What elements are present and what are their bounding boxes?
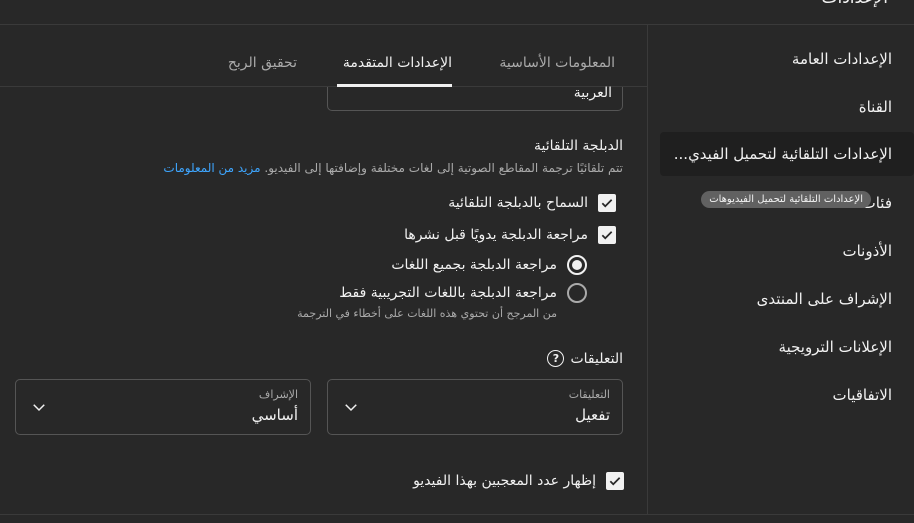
bottom-divider: [0, 514, 914, 515]
dubbing-description-text: تتم تلقائيًا ترجمة المقاطع الصوتية إلى ل…: [264, 161, 623, 175]
sidebar-item-community-moderation[interactable]: الإشراف على المنتدى: [660, 277, 914, 321]
review-dubbing-checkbox[interactable]: [598, 226, 616, 244]
settings-sidebar: الإعدادات العامة القناة الإعدادات التلقا…: [647, 25, 914, 515]
sidebar-tooltip: الإعدادات التلقائية لتحميل الفيديوهات: [701, 191, 871, 208]
dialog-title: الإعدادات: [821, 0, 888, 8]
sidebar-item-upload-defaults[interactable]: الإعدادات التلقائية لتحميل الفيدي...: [660, 132, 914, 176]
moderation-select-label: الإشراف: [258, 388, 298, 401]
comments-select[interactable]: التعليقات تفعيل: [327, 379, 623, 435]
comments-title: التعليقات: [570, 350, 623, 367]
sidebar-item-permissions[interactable]: الأذونات: [660, 229, 914, 273]
chevron-down-icon: [345, 404, 357, 412]
sidebar-item-general[interactable]: الإعدادات العامة: [660, 37, 914, 81]
learn-more-link[interactable]: مزيد من المعلومات: [163, 161, 260, 175]
show-likes-checkbox[interactable]: [606, 472, 624, 490]
moderation-select-value: أساسي: [251, 406, 298, 424]
moderation-select[interactable]: الإشراف أساسي: [15, 379, 311, 435]
allow-dubbing-checkbox[interactable]: [598, 194, 616, 212]
top-bar: الإعدادات: [0, 0, 914, 25]
tab-basic-info[interactable]: المعلومات الأساسية: [499, 55, 615, 71]
radio-experimental-label: مراجعة الدبلجة باللغات التجريبية فقط: [339, 285, 557, 301]
show-likes-label: إظهار عدد المعجبين بهذا الفيديو: [413, 473, 596, 489]
checkmark-icon: [609, 477, 621, 486]
dubbing-description: تتم تلقائيًا ترجمة المقاطع الصوتية إلى ل…: [163, 161, 623, 175]
radio-experimental-languages[interactable]: [567, 283, 587, 303]
comments-select-value: تفعيل: [575, 406, 610, 424]
sidebar-item-promotions[interactable]: الإعلانات الترويجية: [660, 325, 914, 369]
tab-monetization[interactable]: تحقيق الربح: [228, 55, 297, 71]
dubbing-title: الدبلجة التلقائية: [533, 138, 623, 154]
tab-advanced-settings[interactable]: الإعدادات المتقدمة: [343, 55, 452, 71]
help-icon[interactable]: ?: [547, 350, 565, 367]
show-likes-row[interactable]: إظهار عدد المعجبين بهذا الفيديو: [413, 472, 624, 490]
tabs-bar: المعلومات الأساسية الإعدادات المتقدمة تح…: [0, 25, 647, 87]
allow-dubbing-label: السماح بالدبلجة التلقائية: [448, 195, 588, 211]
checkmark-icon: [601, 199, 613, 208]
radio-experimental-row[interactable]: مراجعة الدبلجة باللغات التجريبية فقط: [339, 283, 587, 303]
sidebar-item-agreements[interactable]: الاتفاقيات: [660, 373, 914, 417]
sidebar-item-channel[interactable]: القناة: [660, 85, 914, 129]
radio-all-languages[interactable]: [567, 255, 587, 275]
comments-select-label: التعليقات: [568, 388, 610, 401]
comments-heading: التعليقات ?: [547, 350, 623, 367]
review-dubbing-row[interactable]: مراجعة الدبلجة يدويًا قبل نشرها: [404, 226, 616, 244]
language-value: العربية: [573, 85, 612, 101]
radio-all-languages-label: مراجعة الدبلجة بجميع اللغات: [391, 257, 557, 273]
checkmark-icon: [601, 231, 613, 240]
radio-all-languages-row[interactable]: مراجعة الدبلجة بجميع اللغات: [391, 255, 587, 275]
allow-dubbing-row[interactable]: السماح بالدبلجة التلقائية: [448, 194, 616, 212]
review-dubbing-label: مراجعة الدبلجة يدويًا قبل نشرها: [404, 227, 588, 243]
radio-experimental-note: من المرجح أن تحتوي هذه اللغات على أخطاء …: [297, 307, 557, 320]
language-select[interactable]: العربية: [327, 85, 623, 111]
chevron-down-icon: [33, 404, 45, 412]
